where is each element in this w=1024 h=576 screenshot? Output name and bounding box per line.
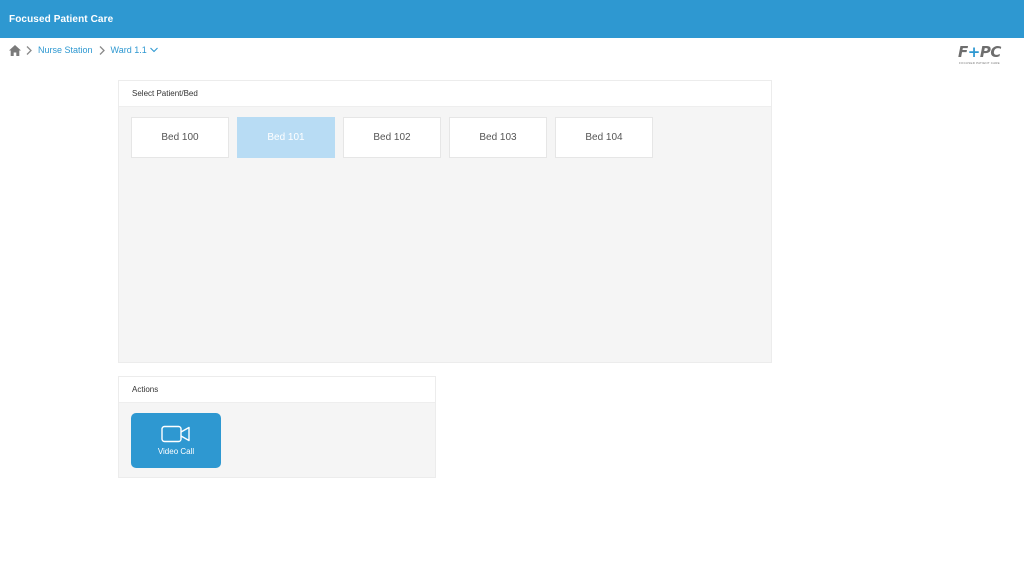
- fpc-logo: F+PC FOCUSED PATIENT CARE: [958, 44, 1006, 66]
- logo-mark: F+PC: [958, 43, 1001, 61]
- select-bed-panel: Select Patient/Bed Bed 100 Bed 101 Bed 1…: [118, 80, 772, 363]
- app-header: Focused Patient Care: [0, 0, 1024, 38]
- video-call-button[interactable]: Video Call: [131, 413, 221, 468]
- chevron-right-icon: [22, 44, 36, 56]
- bed-101-button[interactable]: Bed 101: [237, 117, 335, 158]
- actions-panel: Actions Video Call: [118, 376, 436, 478]
- video-camera-icon: [161, 425, 190, 443]
- bed-102-button[interactable]: Bed 102: [343, 117, 441, 158]
- video-call-label: Video Call: [157, 447, 195, 456]
- bed-list: Bed 100 Bed 101 Bed 102 Bed 103 Bed 104: [131, 117, 661, 158]
- bed-103-button[interactable]: Bed 103: [449, 117, 547, 158]
- actions-panel-title: Actions: [119, 377, 435, 403]
- chevron-down-icon: [149, 47, 158, 53]
- home-icon[interactable]: [9, 44, 22, 56]
- breadcrumb: Nurse Station Ward 1.1: [9, 43, 160, 57]
- ward-selector-label: Ward 1.1: [110, 45, 147, 55]
- chevron-right-icon: [95, 44, 109, 56]
- select-bed-panel-title: Select Patient/Bed: [119, 81, 771, 107]
- ward-selector[interactable]: Ward 1.1: [111, 45, 158, 55]
- breadcrumb-nurse-station[interactable]: Nurse Station: [38, 45, 93, 55]
- logo-subtitle: FOCUSED PATIENT CARE: [959, 61, 1000, 65]
- bed-100-button[interactable]: Bed 100: [131, 117, 229, 158]
- bed-104-button[interactable]: Bed 104: [555, 117, 653, 158]
- app-title: Focused Patient Care: [9, 13, 114, 25]
